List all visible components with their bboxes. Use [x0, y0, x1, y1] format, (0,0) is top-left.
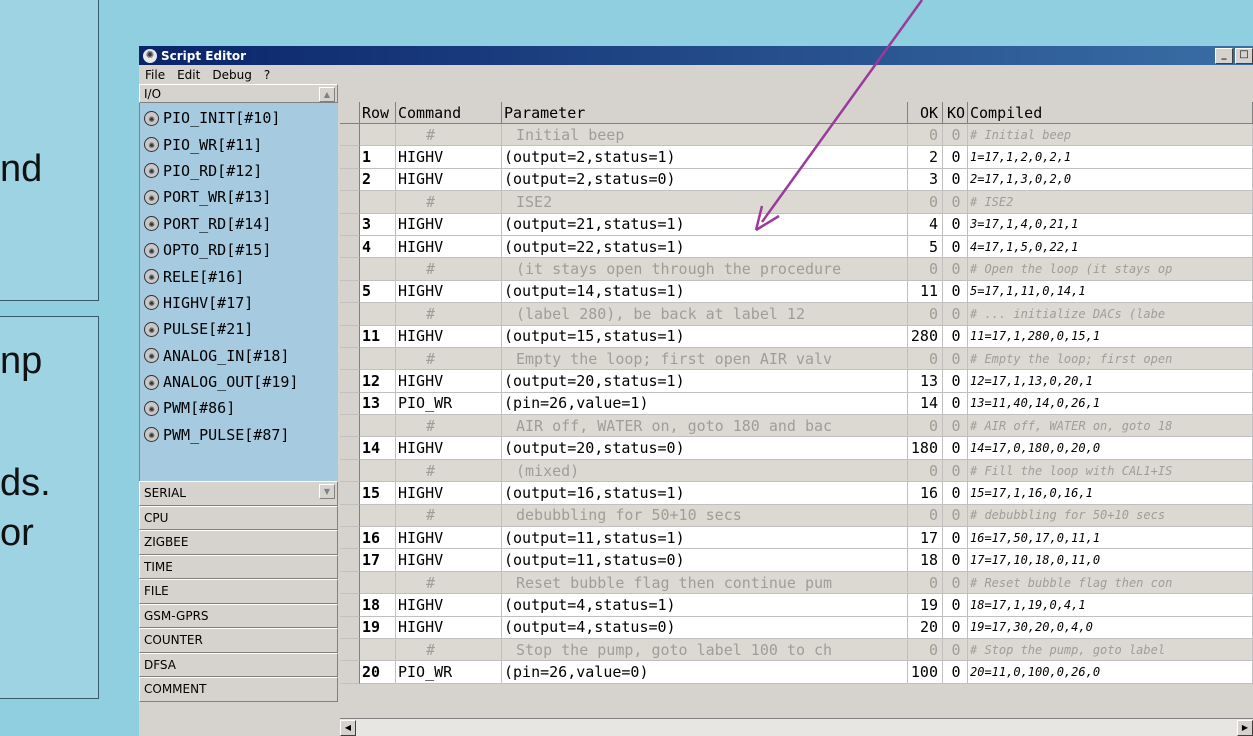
annotation-arrow: [754, 0, 924, 232]
